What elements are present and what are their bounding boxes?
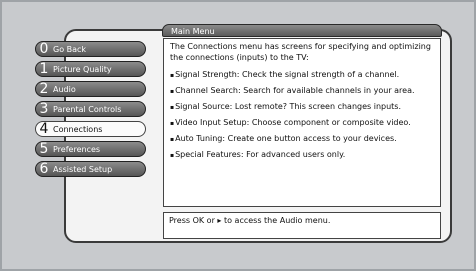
menu-item-label: Picture Quality — [53, 64, 112, 74]
bullet-item: Signal Source: Lost remote? This screen … — [170, 101, 434, 113]
menu-item-number: 1 — [39, 61, 49, 77]
menu-item-picture-quality[interactable]: 1 Picture Quality — [35, 61, 146, 77]
bullet-item: Signal Strength: Check the signal streng… — [170, 69, 434, 81]
menu-title: Main Menu — [162, 24, 442, 37]
bullet-item: Auto Tuning: Create one button access to… — [170, 133, 434, 145]
description-intro: The Connections menu has screens for spe… — [170, 42, 431, 62]
menu-item-number: 2 — [39, 81, 49, 97]
menu-item-label: Parental Controls — [53, 104, 122, 114]
menu-item-parental-controls[interactable]: 3 Parental Controls — [35, 101, 146, 117]
menu-item-number: 6 — [39, 161, 49, 177]
menu-item-number: 3 — [39, 101, 49, 117]
menu-item-audio[interactable]: 2 Audio — [35, 81, 146, 97]
menu-item-number: 0 — [39, 41, 49, 57]
bullet-item: Video Input Setup: Choose component or c… — [170, 117, 434, 129]
menu-item-label: Go Back — [53, 44, 87, 54]
menu-item-assisted-setup[interactable]: 6 Assisted Setup — [35, 161, 146, 177]
menu-item-preferences[interactable]: 5 Preferences — [35, 141, 146, 157]
bullet-item: Channel Search: Search for available cha… — [170, 85, 434, 97]
menu-item-label: Audio — [53, 84, 76, 94]
menu-item-label: Assisted Setup — [53, 164, 113, 174]
menu-item-label: Connections — [53, 124, 103, 134]
menu-item-number: 5 — [39, 141, 49, 157]
menu-item-connections[interactable]: 4 Connections — [35, 121, 146, 137]
menu-item-number: 4 — [39, 121, 49, 137]
help-text: Press OK or ▸ to access the Audio menu. — [163, 212, 441, 239]
description-panel: The Connections menu has screens for spe… — [163, 38, 441, 207]
menu-item-label: Preferences — [53, 144, 101, 154]
bullet-item: Special Features: For advanced users onl… — [170, 149, 434, 161]
menu-item-go-back[interactable]: 0 Go Back — [35, 41, 146, 57]
